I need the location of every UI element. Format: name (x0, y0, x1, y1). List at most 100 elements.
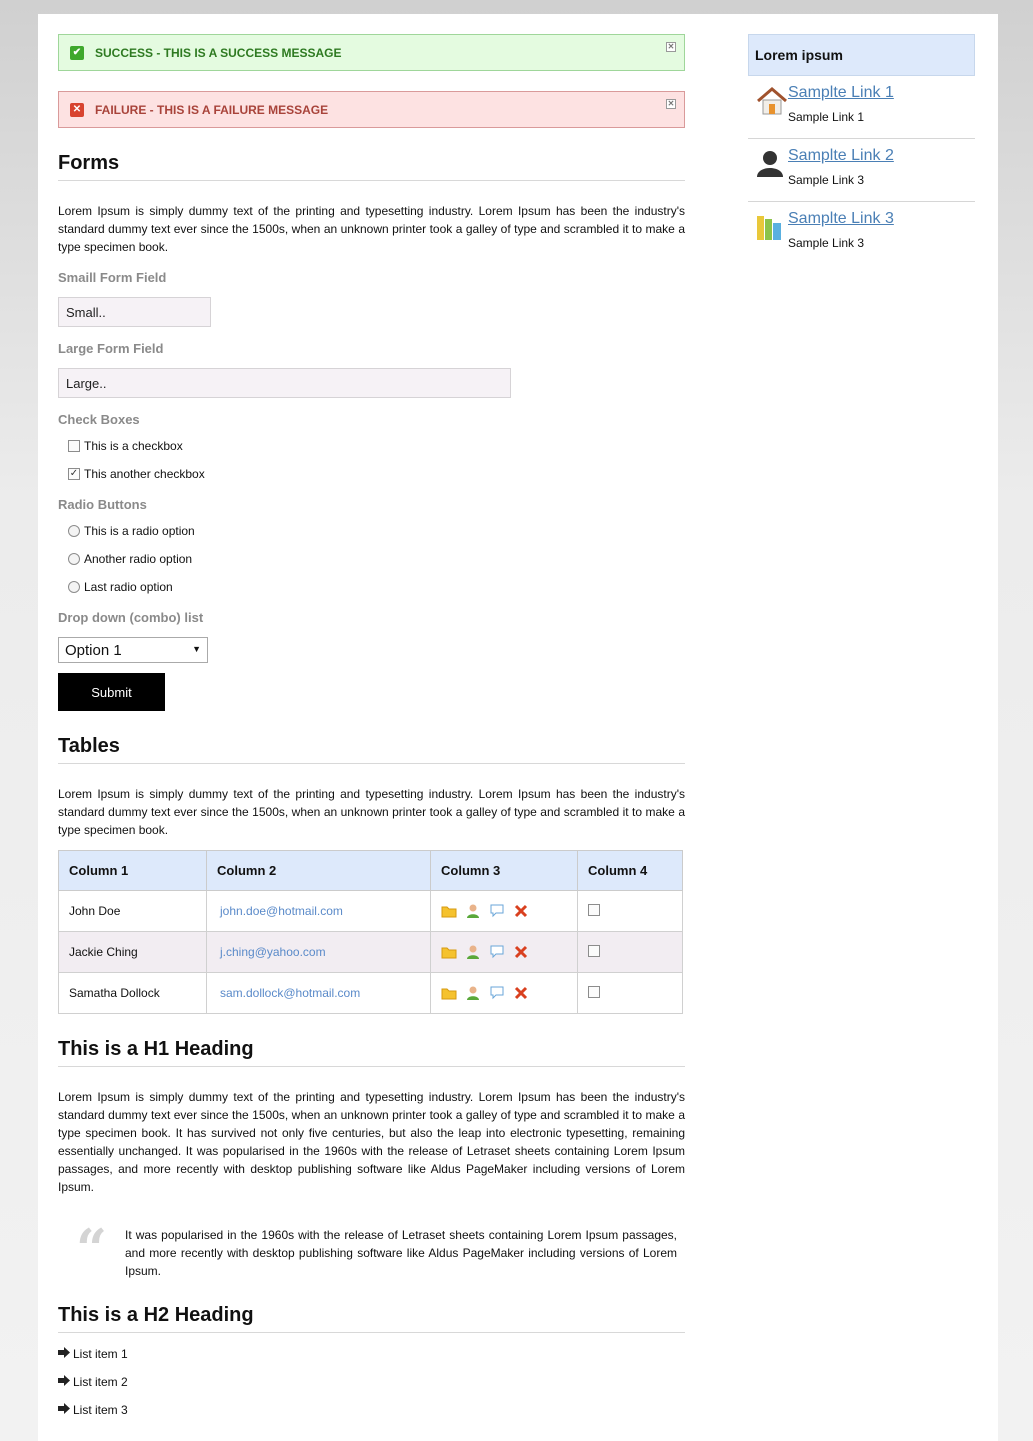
column-header[interactable]: Column 1 (58, 850, 207, 891)
checkbox[interactable] (68, 440, 80, 452)
sidebar-sub: Sample Link 3 (788, 236, 865, 250)
forms-intro: Lorem Ipsum is simply dummy text of the … (58, 204, 685, 254)
sidebar-item[interactable]: Samplte Link 3 Sample Link 3 (748, 202, 975, 265)
list-item: List item 1 (58, 1345, 685, 1363)
sidebar-title: Lorem ipsum (748, 34, 975, 76)
caret-down-icon: ▼ (192, 644, 201, 654)
radio-button[interactable] (68, 553, 80, 565)
cell-name: Samatha Dollock (58, 972, 207, 1014)
h2-heading: This is a H2 Heading (58, 1304, 685, 1333)
arrow-right-icon (58, 1375, 72, 1389)
column-header[interactable]: Column 2 (206, 850, 431, 891)
list-item-label: List item 2 (73, 1375, 128, 1389)
user-silhouette-icon (748, 147, 788, 201)
sidebar-sub: Sample Link 1 (788, 110, 865, 124)
table-row: Samatha Dollock sam.dollock@hotmail.com (58, 972, 683, 1014)
user-icon[interactable] (465, 944, 481, 960)
checkbox-row[interactable]: This is a checkbox (58, 437, 685, 455)
table-row: John Doe john.doe@hotmail.com (58, 890, 683, 932)
large-input[interactable] (58, 368, 511, 398)
row-checkbox[interactable] (588, 903, 600, 916)
failure-message-text: FAILURE - THIS IS A FAILURE MESSAGE (95, 102, 329, 117)
small-input[interactable] (58, 297, 211, 327)
h1-heading: This is a H1 Heading (58, 1038, 685, 1067)
column-header[interactable]: Column 4 (577, 850, 683, 891)
bullet-list: List item 1 List item 2 List item 3 (58, 1345, 685, 1419)
radio-button[interactable] (68, 525, 80, 537)
large-field-label: Large Form Field (58, 341, 164, 356)
sidebar-item[interactable]: Samplte Link 2 Sample Link 3 (748, 139, 975, 202)
tables-intro: Lorem Ipsum is simply dummy text of the … (58, 787, 685, 837)
email-link[interactable]: sam.dollock@hotmail.com (217, 986, 360, 1000)
dropdown-label: Drop down (combo) list (58, 610, 204, 625)
comment-icon[interactable] (489, 903, 505, 919)
list-item-label: List item 3 (73, 1403, 128, 1417)
delete-icon[interactable] (513, 944, 529, 960)
comment-icon[interactable] (489, 944, 505, 960)
success-message: ✔ SUCCESS - THIS IS A SUCCESS MESSAGE ✕ (58, 34, 685, 71)
row-checkbox[interactable] (588, 944, 600, 957)
failure-message: ✕ FAILURE - THIS IS A FAILURE MESSAGE ✕ (58, 91, 685, 128)
h1-text: Lorem Ipsum is simply dummy text of the … (58, 1090, 685, 1194)
list-item-label: List item 1 (73, 1347, 128, 1361)
sidebar: Lorem ipsum Samplte Link 1 Sample Link 1… (748, 34, 975, 265)
radio-label: Last radio option (84, 580, 173, 594)
books-icon (748, 210, 788, 265)
small-field-label: Smaill Form Field (58, 270, 167, 285)
comment-icon[interactable] (489, 985, 505, 1001)
data-table: Column 1 Column 2 Column 3 Column 4 John… (58, 850, 683, 1014)
radio-row[interactable]: Another radio option (58, 550, 685, 568)
cell-name: John Doe (58, 890, 207, 932)
user-icon[interactable] (465, 985, 481, 1001)
error-icon: ✕ (70, 103, 84, 117)
tables-heading: Tables (58, 735, 685, 764)
checkbox-row[interactable]: ✓ This another checkbox (58, 465, 685, 483)
radio-row[interactable]: This is a radio option (58, 522, 685, 540)
folder-icon[interactable] (441, 985, 457, 1001)
radio-group-label: Radio Buttons (58, 497, 147, 512)
dropdown-select[interactable]: Option 1 ▼ (58, 637, 208, 663)
table-header-row: Column 1 Column 2 Column 3 Column 4 (58, 850, 683, 891)
quote-mark-icon: “ (76, 1217, 108, 1281)
close-icon[interactable]: ✕ (666, 42, 676, 52)
radio-button[interactable] (68, 581, 80, 593)
column-header[interactable]: Column 3 (430, 850, 578, 891)
folder-icon[interactable] (441, 903, 457, 919)
close-icon[interactable]: ✕ (666, 99, 676, 109)
dropdown-value: Option 1 (65, 641, 122, 659)
sidebar-link[interactable]: Samplte Link 2 (788, 147, 894, 165)
checkbox-checked[interactable]: ✓ (68, 468, 80, 480)
success-message-text: SUCCESS - THIS IS A SUCCESS MESSAGE (95, 45, 342, 60)
delete-icon[interactable] (513, 985, 529, 1001)
radio-row[interactable]: Last radio option (58, 578, 685, 596)
email-link[interactable]: john.doe@hotmail.com (217, 904, 343, 918)
cell-name: Jackie Ching (58, 931, 207, 973)
sidebar-link[interactable]: Samplte Link 1 (788, 84, 894, 102)
radio-label: Another radio option (84, 552, 193, 566)
arrow-right-icon (58, 1403, 72, 1417)
sidebar-item[interactable]: Samplte Link 1 Sample Link 1 (748, 76, 975, 139)
submit-button[interactable]: Submit (58, 673, 165, 711)
table-row: Jackie Ching j.ching@yahoo.com (58, 931, 683, 973)
check-icon: ✔ (70, 46, 84, 60)
quote-text: It was popularised in the 1960s with the… (125, 1228, 677, 1278)
list-item: List item 3 (58, 1401, 685, 1419)
list-item: List item 2 (58, 1373, 685, 1391)
page-container: ✔ SUCCESS - THIS IS A SUCCESS MESSAGE ✕ … (38, 14, 998, 1441)
checkbox-label: This another checkbox (84, 467, 205, 481)
blockquote: “ It was popularised in the 1960s with t… (58, 1222, 685, 1280)
email-link[interactable]: j.ching@yahoo.com (217, 945, 326, 959)
arrow-right-icon (58, 1347, 72, 1361)
row-checkbox[interactable] (588, 985, 600, 998)
delete-icon[interactable] (513, 903, 529, 919)
sidebar-sub: Sample Link 3 (788, 173, 865, 187)
sidebar-link[interactable]: Samplte Link 3 (788, 210, 894, 228)
home-icon (748, 84, 788, 138)
radio-label: This is a radio option (84, 524, 195, 538)
checkbox-group-label: Check Boxes (58, 412, 140, 427)
main-column: ✔ SUCCESS - THIS IS A SUCCESS MESSAGE ✕ … (58, 34, 685, 1419)
user-icon[interactable] (465, 903, 481, 919)
folder-icon[interactable] (441, 944, 457, 960)
checkbox-label: This is a checkbox (84, 439, 183, 453)
forms-heading: Forms (58, 152, 685, 181)
